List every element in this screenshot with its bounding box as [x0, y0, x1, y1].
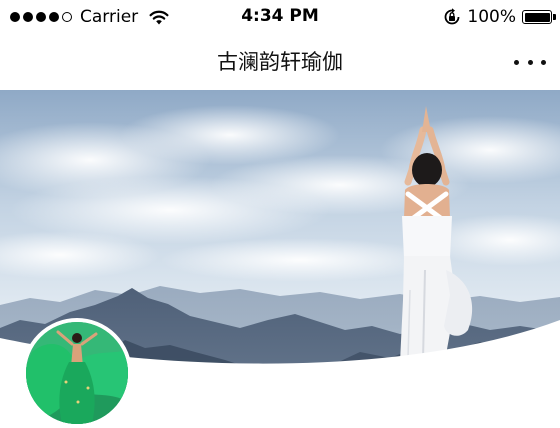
more-dots-icon: [514, 59, 519, 65]
navigation-bar: 古澜韵轩瑜伽: [0, 34, 560, 90]
more-dots-icon: [527, 59, 533, 65]
status-right: 100%: [443, 6, 556, 28]
rotation-lock-icon: [445, 8, 460, 25]
more-options-button[interactable]: [514, 50, 546, 74]
battery-percent: 100%: [467, 7, 516, 27]
battery-cap: [553, 14, 556, 20]
battery-icon: [522, 10, 556, 24]
avatar[interactable]: [22, 318, 132, 428]
dancer-green-dress-photo: [26, 322, 128, 424]
status-bar: Carrier 4:34 PM 100%: [0, 0, 560, 34]
battery-fill: [524, 12, 550, 22]
page-title: 古澜韵轩瑜伽: [217, 50, 343, 74]
more-dots-icon: [541, 59, 546, 65]
